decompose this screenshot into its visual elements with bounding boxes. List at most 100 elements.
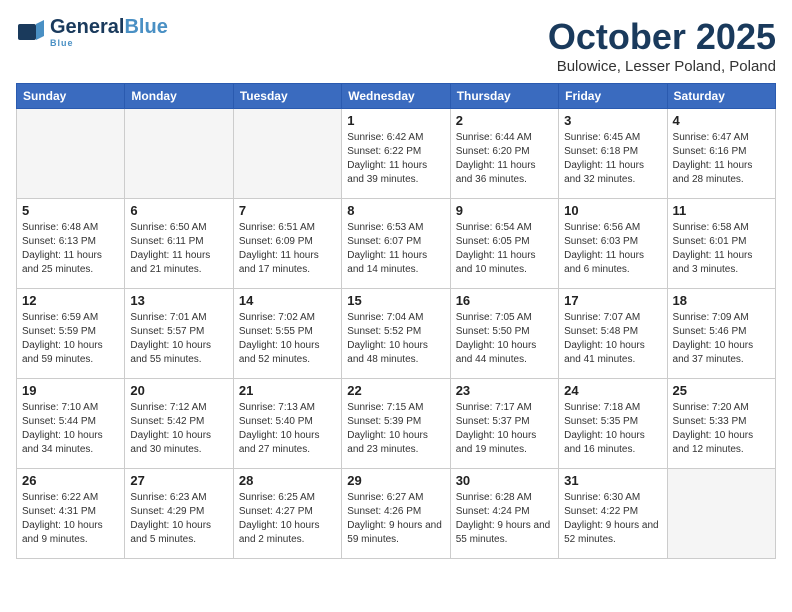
day-info: Sunrise: 7:02 AM Sunset: 5:55 PM Dayligh… xyxy=(239,311,336,367)
weekday-header: Thursday xyxy=(450,84,558,109)
day-number: 25 xyxy=(673,383,770,398)
day-info: Sunrise: 7:20 AM Sunset: 5:33 PM Dayligh… xyxy=(673,401,770,457)
day-cell: 26 Sunrise: 6:22 AM Sunset: 4:31 PM Dayli… xyxy=(17,469,125,559)
day-number: 10 xyxy=(564,203,661,218)
day-info: Sunrise: 7:07 AM Sunset: 5:48 PM Dayligh… xyxy=(564,311,661,367)
day-info: Sunrise: 6:28 AM Sunset: 4:24 PM Dayligh… xyxy=(456,491,553,547)
week-row: 12 Sunrise: 6:59 AM Sunset: 5:59 PM Dayli… xyxy=(17,289,776,379)
day-cell xyxy=(233,109,341,199)
day-cell: 9 Sunrise: 6:54 AM Sunset: 6:05 PM Daylig… xyxy=(450,199,558,289)
calendar-subtitle: Bulowice, Lesser Poland, Poland xyxy=(548,58,776,75)
day-cell: 16 Sunrise: 7:05 AM Sunset: 5:50 PM Dayli… xyxy=(450,289,558,379)
day-cell: 30 Sunrise: 6:28 AM Sunset: 4:24 PM Dayli… xyxy=(450,469,558,559)
calendar-table: SundayMondayTuesdayWednesdayThursdayFrid… xyxy=(16,83,776,559)
day-cell: 13Sunrise: 7:01 AM Sunset: 5:57 PM Dayli… xyxy=(125,289,233,379)
day-info: Sunrise: 6:25 AM Sunset: 4:27 PM Dayligh… xyxy=(239,491,336,547)
day-number: 30 xyxy=(456,473,553,488)
day-number: 27 xyxy=(130,473,227,488)
day-info: Sunrise: 7:13 AM Sunset: 5:40 PM Dayligh… xyxy=(239,401,336,457)
day-cell: 14Sunrise: 7:02 AM Sunset: 5:55 PM Dayli… xyxy=(233,289,341,379)
day-number: 12 xyxy=(22,293,119,308)
day-number: 11 xyxy=(673,203,770,218)
day-cell: 3 Sunrise: 6:45 AM Sunset: 6:18 PM Daylig… xyxy=(559,109,667,199)
day-info: Sunrise: 6:22 AM Sunset: 4:31 PM Dayligh… xyxy=(22,491,119,547)
day-cell: 1 Sunrise: 6:42 AM Sunset: 6:22 PM Daylig… xyxy=(342,109,450,199)
day-number: 15 xyxy=(347,293,444,308)
day-info: Sunrise: 7:18 AM Sunset: 5:35 PM Dayligh… xyxy=(564,401,661,457)
day-number: 18 xyxy=(673,293,770,308)
day-info: Sunrise: 6:50 AM Sunset: 6:11 PM Dayligh… xyxy=(130,221,227,277)
day-cell: 25 Sunrise: 7:20 AM Sunset: 5:33 PM Dayli… xyxy=(667,379,775,469)
day-info: Sunrise: 6:51 AM Sunset: 6:09 PM Dayligh… xyxy=(239,221,336,277)
day-number: 26 xyxy=(22,473,119,488)
day-cell: 21 Sunrise: 7:13 AM Sunset: 5:40 PM Dayli… xyxy=(233,379,341,469)
day-info: Sunrise: 6:56 AM Sunset: 6:03 PM Dayligh… xyxy=(564,221,661,277)
day-info: Sunrise: 7:05 AM Sunset: 5:50 PM Dayligh… xyxy=(456,311,553,367)
day-cell: 17 Sunrise: 7:07 AM Sunset: 5:48 PM Dayli… xyxy=(559,289,667,379)
weekday-header-row: SundayMondayTuesdayWednesdayThursdayFrid… xyxy=(17,84,776,109)
day-info: Sunrise: 6:42 AM Sunset: 6:22 PM Dayligh… xyxy=(347,131,444,187)
day-info: Sunrise: 7:04 AM Sunset: 5:52 PM Dayligh… xyxy=(347,311,444,367)
weekday-header: Sunday xyxy=(17,84,125,109)
day-number: 3 xyxy=(564,113,661,128)
day-number: 9 xyxy=(456,203,553,218)
page-header: GeneralBlue Blue October 2025 Bulowice, … xyxy=(16,16,776,75)
day-number: 20 xyxy=(130,383,227,398)
day-number: 1 xyxy=(347,113,444,128)
day-info: Sunrise: 6:45 AM Sunset: 6:18 PM Dayligh… xyxy=(564,131,661,187)
day-number: 4 xyxy=(673,113,770,128)
day-cell: 15 Sunrise: 7:04 AM Sunset: 5:52 PM Dayli… xyxy=(342,289,450,379)
day-cell: 19 Sunrise: 7:10 AM Sunset: 5:44 PM Dayli… xyxy=(17,379,125,469)
weekday-header: Monday xyxy=(125,84,233,109)
day-cell: 31 Sunrise: 6:30 AM Sunset: 4:22 PM Dayli… xyxy=(559,469,667,559)
day-cell: 18Sunrise: 7:09 AM Sunset: 5:46 PM Dayli… xyxy=(667,289,775,379)
week-row: 5Sunrise: 6:48 AM Sunset: 6:13 PM Daylig… xyxy=(17,199,776,289)
calendar-title: October 2025 xyxy=(548,16,776,58)
day-info: Sunrise: 6:58 AM Sunset: 6:01 PM Dayligh… xyxy=(673,221,770,277)
day-cell: 10 Sunrise: 6:56 AM Sunset: 6:03 PM Dayli… xyxy=(559,199,667,289)
day-number: 31 xyxy=(564,473,661,488)
day-info: Sunrise: 6:44 AM Sunset: 6:20 PM Dayligh… xyxy=(456,131,553,187)
day-info: Sunrise: 7:17 AM Sunset: 5:37 PM Dayligh… xyxy=(456,401,553,457)
day-cell: 8Sunrise: 6:53 AM Sunset: 6:07 PM Daylig… xyxy=(342,199,450,289)
day-cell: 23Sunrise: 7:17 AM Sunset: 5:37 PM Dayli… xyxy=(450,379,558,469)
day-cell: 24Sunrise: 7:18 AM Sunset: 5:35 PM Dayli… xyxy=(559,379,667,469)
day-cell: 28 Sunrise: 6:25 AM Sunset: 4:27 PM Dayli… xyxy=(233,469,341,559)
day-info: Sunrise: 7:15 AM Sunset: 5:39 PM Dayligh… xyxy=(347,401,444,457)
day-number: 29 xyxy=(347,473,444,488)
day-info: Sunrise: 6:54 AM Sunset: 6:05 PM Dayligh… xyxy=(456,221,553,277)
day-cell: 27 Sunrise: 6:23 AM Sunset: 4:29 PM Dayli… xyxy=(125,469,233,559)
day-number: 7 xyxy=(239,203,336,218)
day-info: Sunrise: 6:59 AM Sunset: 5:59 PM Dayligh… xyxy=(22,311,119,367)
day-cell: 7 Sunrise: 6:51 AM Sunset: 6:09 PM Daylig… xyxy=(233,199,341,289)
day-info: Sunrise: 6:23 AM Sunset: 4:29 PM Dayligh… xyxy=(130,491,227,547)
day-cell: 5Sunrise: 6:48 AM Sunset: 6:13 PM Daylig… xyxy=(17,199,125,289)
day-info: Sunrise: 6:47 AM Sunset: 6:16 PM Dayligh… xyxy=(673,131,770,187)
day-number: 13 xyxy=(130,293,227,308)
day-cell xyxy=(667,469,775,559)
day-info: Sunrise: 7:12 AM Sunset: 5:42 PM Dayligh… xyxy=(130,401,227,457)
week-row: 19 Sunrise: 7:10 AM Sunset: 5:44 PM Dayli… xyxy=(17,379,776,469)
day-cell: 22 Sunrise: 7:15 AM Sunset: 5:39 PM Dayli… xyxy=(342,379,450,469)
day-number: 17 xyxy=(564,293,661,308)
day-number: 21 xyxy=(239,383,336,398)
week-row: 26 Sunrise: 6:22 AM Sunset: 4:31 PM Dayli… xyxy=(17,469,776,559)
day-number: 6 xyxy=(130,203,227,218)
weekday-header: Friday xyxy=(559,84,667,109)
day-number: 28 xyxy=(239,473,336,488)
day-number: 8 xyxy=(347,203,444,218)
day-cell xyxy=(17,109,125,199)
day-cell: 11 Sunrise: 6:58 AM Sunset: 6:01 PM Dayli… xyxy=(667,199,775,289)
logo: GeneralBlue Blue xyxy=(16,16,168,48)
day-info: Sunrise: 6:30 AM Sunset: 4:22 PM Dayligh… xyxy=(564,491,661,547)
day-number: 16 xyxy=(456,293,553,308)
day-info: Sunrise: 6:48 AM Sunset: 6:13 PM Dayligh… xyxy=(22,221,119,277)
day-info: Sunrise: 7:10 AM Sunset: 5:44 PM Dayligh… xyxy=(22,401,119,457)
day-cell: 12 Sunrise: 6:59 AM Sunset: 5:59 PM Dayli… xyxy=(17,289,125,379)
day-number: 19 xyxy=(22,383,119,398)
weekday-header: Wednesday xyxy=(342,84,450,109)
weekday-header: Saturday xyxy=(667,84,775,109)
day-info: Sunrise: 6:27 AM Sunset: 4:26 PM Dayligh… xyxy=(347,491,444,547)
day-number: 22 xyxy=(347,383,444,398)
day-cell: 29 Sunrise: 6:27 AM Sunset: 4:26 PM Dayli… xyxy=(342,469,450,559)
